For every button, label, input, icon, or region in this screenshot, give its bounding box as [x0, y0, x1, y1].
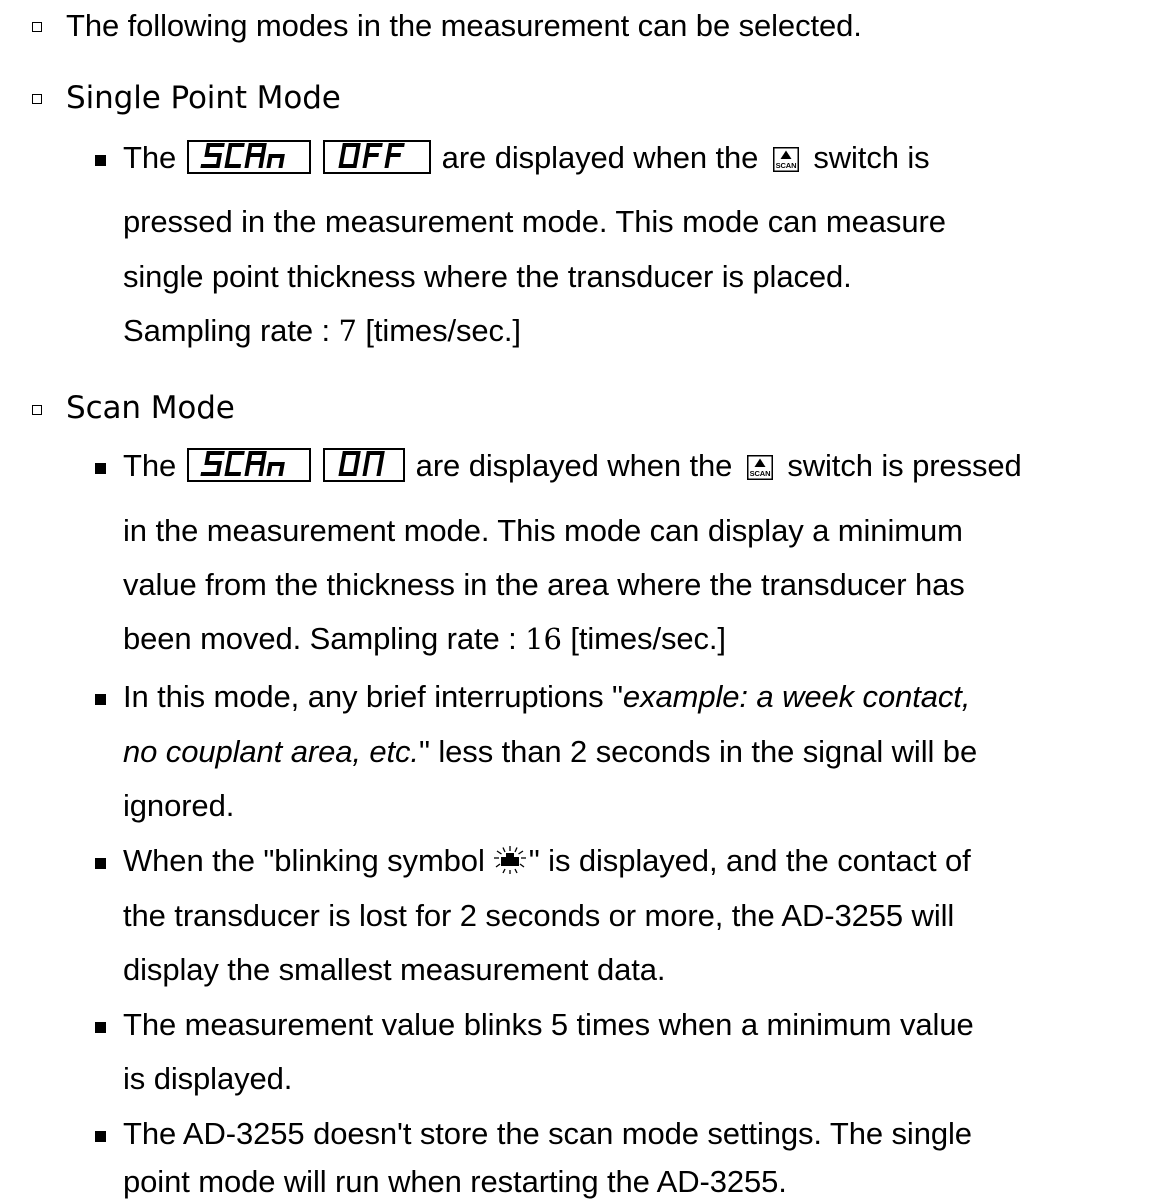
single-sampling-rate: Sampling rate : 7 [times/sec.]: [123, 313, 521, 349]
scan-bullet-3-line-1: When the "blinking symbol " is displayed…: [123, 843, 971, 879]
intro-text: The following modes in the measurement c…: [66, 8, 862, 43]
hollow-square-bullet-icon: [32, 405, 42, 415]
solid-square-bullet-icon: [95, 694, 106, 705]
solid-square-bullet-icon: [95, 463, 106, 474]
blinking-transducer-icon: [493, 846, 526, 874]
hollow-square-bullet-icon: [32, 94, 42, 104]
scan-bullet-5-line-2: point mode will run when restarting the …: [123, 1164, 787, 1199]
single-rate-value: 7: [338, 314, 357, 348]
scan-switch-icon: [772, 147, 799, 172]
scan-rate-suffix: [times/sec.]: [561, 621, 726, 656]
lcd-display-on: [323, 448, 406, 482]
single-bullet-1-line-2: pressed in the measurement mode. This mo…: [123, 204, 946, 239]
scan-after-display-text: are displayed when the: [415, 448, 733, 483]
scan-bullet-2-line-1: In this mode, any brief interruptions "e…: [123, 679, 970, 715]
bullet3-text-a: When the "blinking symbol: [123, 843, 485, 878]
scan-after-icon-text: switch is pressed: [787, 448, 1022, 483]
scan-bullet-3-line-3: display the smallest measurement data.: [123, 952, 666, 987]
bullet2-italic-a: example: a week contact,: [622, 679, 971, 714]
single-bullet-1-line-1: The are displayed when the switch is: [123, 140, 930, 176]
scan-bullet-4-line-2: is displayed.: [123, 1061, 293, 1096]
single-after-icon-text: switch is: [813, 140, 930, 175]
scan-bullet-2-line-2: no couplant area, etc." less than 2 seco…: [123, 734, 977, 770]
scan-sampling-rate: been moved. Sampling rate : 16 [times/se…: [123, 621, 726, 657]
scan-bullet-1-line-2: in the measurement mode. This mode can d…: [123, 513, 963, 548]
single-bullet-1-line-3: single point thickness where the transdu…: [123, 259, 852, 294]
scan-rate-prefix: been moved. Sampling rate :: [123, 621, 526, 656]
scan-bullet-4-line-1: The measurement value blinks 5 times whe…: [123, 1007, 974, 1042]
scan-rate-value: 16: [525, 622, 562, 656]
solid-square-bullet-icon: [95, 1022, 106, 1033]
scan-bullet-5-line-1: The AD-3255 doesn't store the scan mode …: [123, 1116, 972, 1151]
solid-square-bullet-icon: [95, 858, 106, 869]
bullet2-italic-b: no couplant area, etc.: [123, 734, 419, 769]
scan-the-text: The: [123, 448, 177, 483]
document-page: The following modes in the measurement c…: [0, 0, 1172, 1204]
single-rate-prefix: Sampling rate :: [123, 313, 339, 348]
scan-bullet-2-line-3: ignored.: [123, 788, 235, 823]
scan-switch-icon: [746, 455, 773, 480]
lcd-display-off: [323, 140, 432, 174]
lcd-display-scan: [186, 448, 311, 482]
bullet3-text-b: " is displayed, and the contact of: [528, 843, 971, 878]
single-mode-heading: Single Point Mode: [66, 80, 341, 116]
single-after-display-text: are displayed when the: [441, 140, 759, 175]
hollow-square-bullet-icon: [32, 22, 42, 32]
single-the-text: The: [123, 140, 177, 175]
scan-bullet-1-line-3: value from the thickness in the area whe…: [123, 567, 965, 602]
scan-bullet-3-line-2: the transducer is lost for 2 seconds or …: [123, 898, 955, 933]
scan-bullet-1-line-1: The are displayed when the switch is pre…: [123, 448, 1022, 484]
solid-square-bullet-icon: [95, 1131, 106, 1142]
bullet2-text-b: " less than 2 seconds in the signal will…: [418, 734, 978, 769]
single-rate-suffix: [times/sec.]: [356, 313, 521, 348]
solid-square-bullet-icon: [95, 155, 106, 166]
lcd-display-scan: [186, 140, 311, 174]
bullet2-text-a: In this mode, any brief interruptions ": [123, 679, 623, 714]
scan-mode-heading: Scan Mode: [66, 390, 235, 426]
